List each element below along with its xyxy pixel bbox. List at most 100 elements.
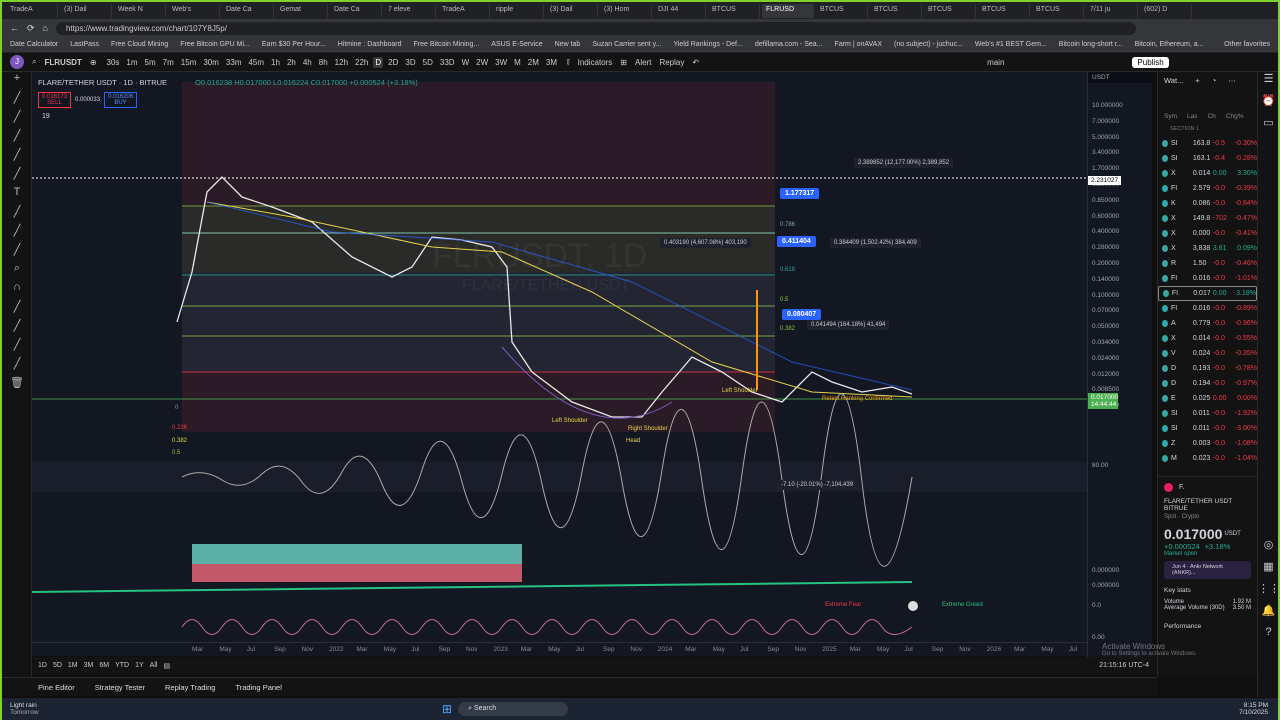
browser-tab[interactable]: BTCUS: [870, 3, 922, 18]
interval-3D[interactable]: 3D: [403, 57, 417, 68]
interval-1m[interactable]: 1m: [124, 57, 139, 68]
watchlist-row[interactable]: A 0.779 -0.0 -0.96%: [1158, 316, 1257, 331]
browser-tab[interactable]: BTCUS: [816, 3, 868, 18]
range-1D[interactable]: 1D: [38, 662, 47, 669]
section-header[interactable]: SECTION 1: [1158, 122, 1257, 136]
watchlist-row[interactable]: X 0.000 -0.0 -0.41%: [1158, 226, 1257, 241]
measure-icon[interactable]: ╱: [2, 243, 32, 262]
watchlist-row[interactable]: FI 0.017 0.00 3.18%: [1158, 286, 1257, 301]
browser-tab[interactable]: (3) Dail: [60, 3, 112, 18]
interval-4h[interactable]: 4h: [301, 57, 314, 68]
publish-button[interactable]: Publish: [1132, 56, 1169, 68]
range-1M[interactable]: 1M: [68, 662, 78, 669]
pitchfork-icon[interactable]: ╱: [2, 129, 32, 148]
interval-8h[interactable]: 8h: [317, 57, 330, 68]
interval-22h[interactable]: 22h: [353, 57, 370, 68]
taskbar-search[interactable]: ⌕ Search: [458, 702, 569, 716]
bookmark[interactable]: New tab: [555, 41, 581, 48]
browser-tab[interactable]: Web's: [168, 3, 220, 18]
chart-pie-icon[interactable]: ◔: [1212, 76, 1217, 85]
add-symbol-icon[interactable]: +: [1195, 76, 1199, 85]
browser-tab[interactable]: Gemat: [276, 3, 328, 18]
watchlist-row[interactable]: X 149.8 -702 -0.47%: [1158, 211, 1257, 226]
magnet-icon[interactable]: ∩: [2, 281, 32, 300]
calendar-icon[interactable]: ▦: [1258, 560, 1279, 582]
browser-tab[interactable]: BTCUS: [978, 3, 1030, 18]
horizontal-lines-icon[interactable]: ╱: [2, 110, 32, 129]
alerts-icon[interactable]: ⏰: [1258, 94, 1279, 116]
watchlist-row[interactable]: FI 0.016 -0.0 -1.01%: [1158, 271, 1257, 286]
undo-icon[interactable]: ↶: [692, 58, 699, 67]
buy-button[interactable]: 0.016206 BUY: [104, 92, 138, 108]
price-axis[interactable]: USDT 10.000000 7.000000 5.000000 3.400000 1.…: [1087, 72, 1152, 657]
watchlist-row[interactable]: X 0.014 -0.0 -0.55%: [1158, 331, 1257, 346]
search-icon[interactable]: ⌕: [32, 57, 36, 67]
bookmark[interactable]: Free Bitcoin Mining...: [414, 41, 480, 48]
clock[interactable]: 21:15:16 UTC-4: [1099, 662, 1149, 669]
watchlist-row[interactable]: K 0.086 -0.0 -0.84%: [1158, 196, 1257, 211]
indicator-count[interactable]: 19: [42, 113, 50, 120]
range-All[interactable]: All: [150, 662, 158, 669]
layout-name[interactable]: main: [987, 58, 1004, 67]
url-input[interactable]: https://www.tradingview.com/chart/107Y8J…: [55, 21, 1136, 35]
interval-3M[interactable]: 3M: [544, 57, 559, 68]
windows-start-icon[interactable]: ⊞: [442, 702, 452, 716]
watchlist-row[interactable]: Z 0.003 -0.0 -1.08%: [1158, 436, 1257, 451]
templates-icon[interactable]: ⊞: [620, 58, 627, 67]
browser-tab[interactable]: (602) D: [1140, 3, 1192, 18]
column-header[interactable]: Sym: [1164, 113, 1177, 120]
interval-2D[interactable]: 2D: [386, 57, 400, 68]
fear-greed-knob[interactable]: [908, 601, 918, 611]
interval-30s[interactable]: 30s: [105, 57, 122, 68]
browser-tab[interactable]: TradeA: [6, 3, 58, 18]
watchlist-row[interactable]: X 0.014 0.00 3.30%: [1158, 166, 1257, 181]
notifications-icon[interactable]: 🔔: [1258, 604, 1279, 626]
bookmark[interactable]: defillama.com - Sea...: [755, 41, 823, 48]
browser-tab[interactable]: (3) Hom: [600, 3, 652, 18]
prediction-icon[interactable]: ╱: [2, 224, 32, 243]
bookmark[interactable]: Free Cloud Mining: [111, 41, 168, 48]
bookmark[interactable]: LastPass: [70, 41, 99, 48]
chat-icon[interactable]: ▭: [1258, 116, 1279, 138]
browser-tab[interactable]: 7/11 ju: [1086, 3, 1138, 18]
interval-1h[interactable]: 1h: [269, 57, 282, 68]
watchlist-row[interactable]: SI 0.011 -0.0 -1.92%: [1158, 406, 1257, 421]
brush-icon[interactable]: ╱: [2, 167, 32, 186]
watchlist-row[interactable]: V 0.024 -0.0 -0.35%: [1158, 346, 1257, 361]
trash-icon[interactable]: 🗑: [2, 376, 32, 395]
bookmark[interactable]: Bitcoin long-short r...: [1059, 41, 1123, 48]
help-icon[interactable]: ?: [1258, 626, 1279, 648]
watchlist-row[interactable]: SI 0.011 -0.0 -3.00%: [1158, 421, 1257, 436]
interval-33m[interactable]: 33m: [224, 57, 244, 68]
legend-title[interactable]: FLARE/TETHER USDT · 1D · BITRUE: [38, 78, 167, 87]
interval-15m[interactable]: 15m: [179, 57, 199, 68]
weather-widget[interactable]: Light rain Tomorrow: [2, 702, 442, 716]
browser-tab[interactable]: Date Ca: [330, 3, 382, 18]
crosshair-icon[interactable]: +: [2, 72, 32, 91]
range-6M[interactable]: 6M: [99, 662, 109, 669]
bookmark[interactable]: (no subject) - juchuc...: [894, 41, 963, 48]
interval-2M[interactable]: 2M: [526, 57, 541, 68]
interval-30m[interactable]: 30m: [201, 57, 221, 68]
watchlist-row[interactable]: SI 163.1 -0.4 -0.28%: [1158, 151, 1257, 166]
currency-select[interactable]: USDT: [1088, 72, 1152, 83]
interval-7m[interactable]: 7m: [161, 57, 176, 68]
watchlist-title[interactable]: Wat...: [1164, 76, 1183, 85]
chart-pane[interactable]: FLRUSDT, 1D FLARE/TETHER USDT FLARE/TETH…: [32, 72, 1087, 642]
alert-button[interactable]: Alert: [635, 58, 651, 67]
browser-tab[interactable]: BTCUS: [924, 3, 976, 18]
interval-12h[interactable]: 12h: [333, 57, 350, 68]
details-name[interactable]: FLARE/TETHER USDT: [1164, 498, 1251, 505]
bookmark[interactable]: Bitcoin, Ethereum, a...: [1135, 41, 1204, 48]
lock-icon[interactable]: ╱: [2, 300, 32, 319]
candle-type-icon[interactable]: ⫾: [567, 57, 570, 67]
system-clock[interactable]: 8:15 PM 7/10/2025: [1239, 702, 1278, 716]
browser-tab[interactable]: 7 eleve: [384, 3, 436, 18]
symbol-search[interactable]: FLRUSDT: [44, 58, 81, 67]
interval-2h[interactable]: 2h: [285, 57, 298, 68]
interval-3W[interactable]: 3W: [493, 57, 509, 68]
home-icon[interactable]: ⌂: [43, 23, 48, 33]
interval-45m[interactable]: 45m: [246, 57, 266, 68]
watchlist-row[interactable]: FI 0.016 -0.0 -0.89%: [1158, 301, 1257, 316]
interval-5m[interactable]: 5m: [143, 57, 158, 68]
